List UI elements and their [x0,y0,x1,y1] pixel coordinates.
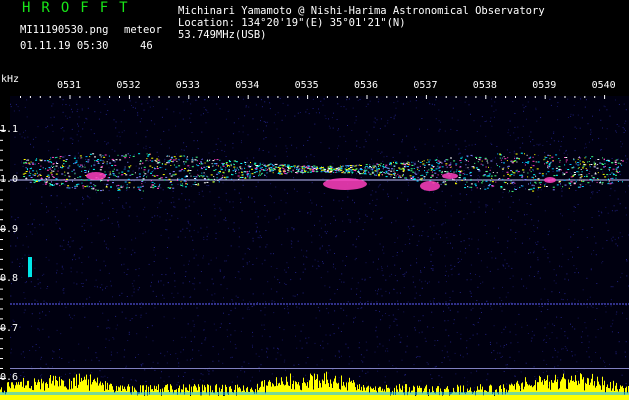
meteor-echo-left [28,257,32,277]
plot-bg [10,96,629,400]
app-logo: HROFFT [22,0,139,16]
frequency-line: 53.749MHz(USB) [178,29,267,41]
meteor-echo-5 [544,177,556,183]
meteor-count-value: 46 [140,40,153,52]
x-tick-label: 0535 [294,80,319,91]
bottom-cyan-strip [0,392,629,395]
y-unit-label: kHz [1,74,20,85]
meteor-echo-2 [323,178,367,190]
header-panel: HROFFT MI11190530.png 01.11.19 05:30 met… [0,0,629,76]
location-line: Location: 134°20'19"(E) 35°01'21"(N) [178,17,406,29]
y-tick-label: 0.8 [0,273,19,285]
x-tick-label: 0534 [235,80,260,91]
y-tick-label: 1.0 [0,174,19,185]
x-tick-label: 0531 [57,80,82,91]
meteor-echo-1 [86,172,106,180]
x-tick-label: 0539 [532,80,557,91]
y-tick-label: 0.9 [0,223,19,235]
file-name: MI11190530.png [20,24,109,36]
meteor-echo-3 [420,181,440,191]
meteor-echo-4 [442,173,458,179]
x-tick-label: 0532 [116,80,141,91]
x-tick-label: 0537 [413,80,438,91]
observation-datetime: 01.11.19 05:30 [20,40,109,52]
y-tick-label: 0.6 [0,372,19,384]
meteor-count-label: meteor [124,24,162,36]
x-tick-label: 0540 [591,80,616,91]
x-tick-label: 0538 [472,80,497,91]
observer-line: Michinari Yamamoto @ Nishi-Harima Astron… [178,5,545,17]
x-tick-label: 0533 [175,80,200,91]
x-tick-label: 0536 [354,80,379,91]
y-tick-label: 1.1 [0,124,19,136]
y-tick-label: 0.7 [0,322,19,334]
